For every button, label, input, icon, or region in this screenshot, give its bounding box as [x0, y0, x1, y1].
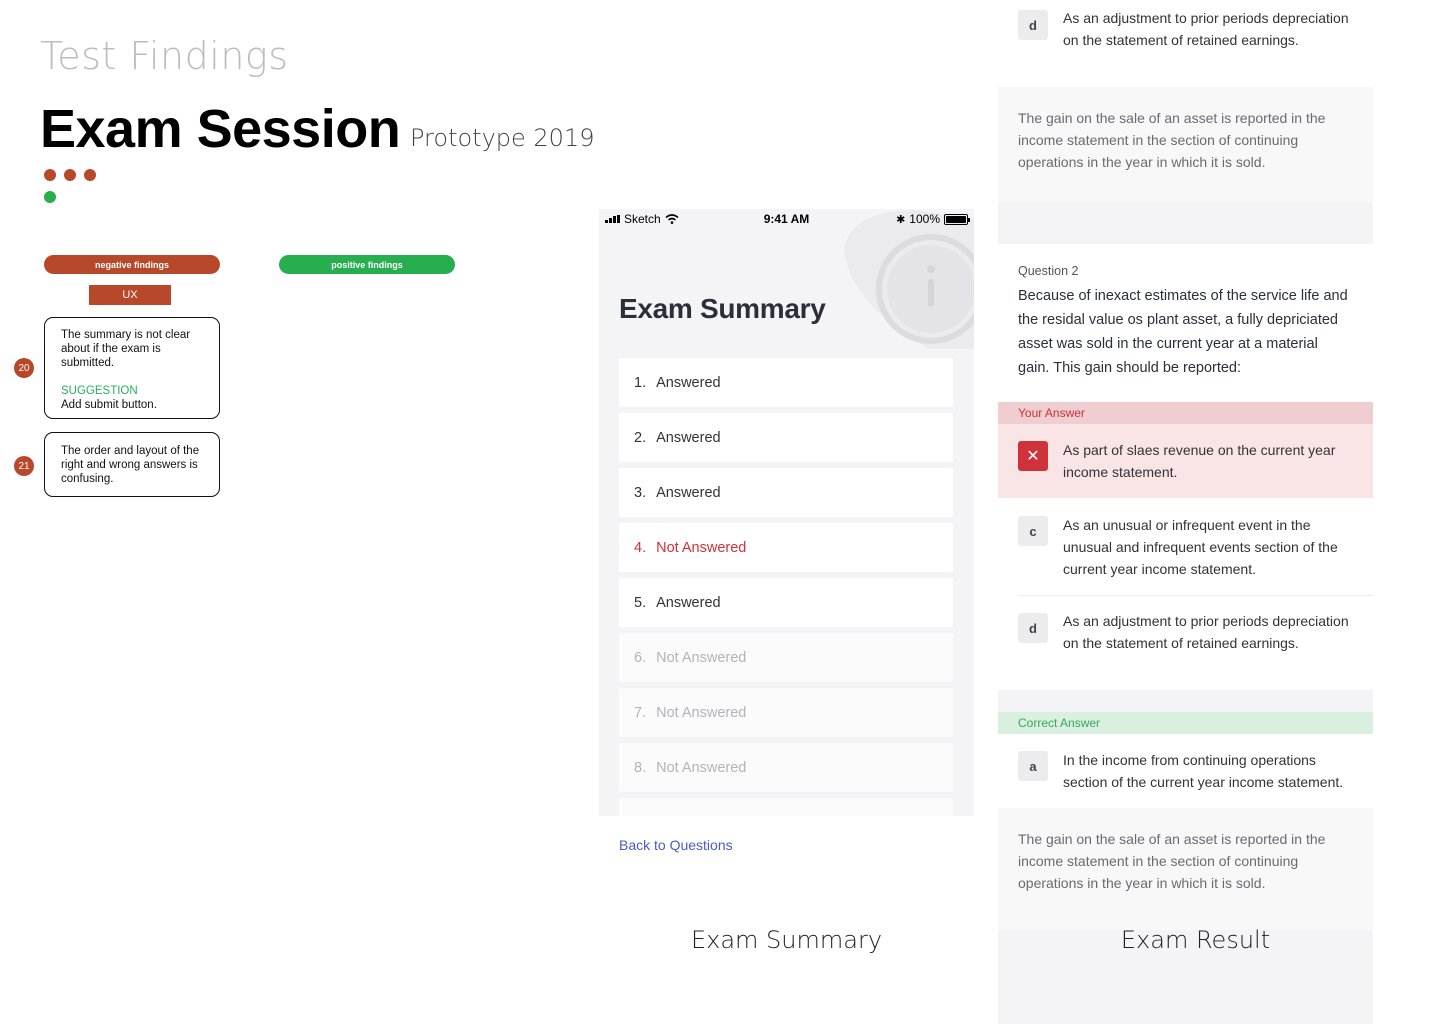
exam-result-screen: d As an adjustment to prior periods depr…	[998, 0, 1373, 1024]
option-divider	[1018, 595, 1373, 596]
section-divider	[998, 690, 1373, 712]
wrong-answer-icon: ✕	[1018, 441, 1048, 471]
question-number: 5.	[634, 594, 647, 611]
question-status: Answered	[656, 429, 721, 446]
correct-answer-label: Correct Answer	[998, 712, 1373, 734]
negative-dot-icon	[44, 169, 56, 181]
suggestion-label: SUGGESTION	[61, 385, 138, 397]
battery-percent: 100%	[909, 212, 940, 226]
option-text: As an adjustment to prior periods deprec…	[1063, 613, 1349, 651]
finding-number-badge: 21	[14, 456, 34, 476]
answer-explanation: The gain on the sale of an asset is repo…	[998, 808, 1373, 930]
question-row[interactable]: 8. Not Answered	[619, 743, 953, 792]
question-status: Answered	[656, 484, 721, 501]
question-number: 8.	[634, 759, 647, 776]
suggestion-text: Add submit button.	[61, 399, 157, 411]
question-status: Answered	[656, 594, 721, 611]
question-status: Not Answered	[656, 704, 747, 721]
correct-answer-text: In the income from continuing operations…	[1063, 752, 1344, 790]
back-to-questions-link[interactable]: Back to Questions	[619, 837, 733, 853]
answer-explanation: The gain on the sale of an asset is repo…	[998, 87, 1373, 202]
screen-title: Exam Summary	[619, 293, 826, 324]
question-row[interactable]: 7. Not Answered	[619, 688, 953, 737]
info-illustration-icon	[844, 210, 974, 349]
question-status: Not Answered	[656, 759, 747, 776]
question-number: 1.	[634, 374, 647, 391]
option-text: As an adjustment to prior periods deprec…	[1063, 10, 1349, 48]
question-number: 4.	[634, 539, 647, 556]
finding-number-badge: 20	[14, 358, 34, 378]
question-row[interactable]: 3. Answered	[619, 468, 953, 517]
question-row[interactable]: 4. Not Answered	[619, 523, 953, 572]
category-tag: UX	[89, 285, 171, 305]
positive-findings-pill: positive findings	[279, 255, 455, 274]
page-title: Exam Session	[40, 99, 401, 159]
question-row[interactable]: 5. Answered	[619, 578, 953, 627]
question-row[interactable]: 1. Answered	[619, 358, 953, 407]
question-status-list: 1. Answered 2. Answered 3. Answered 4. Not A…	[619, 358, 953, 816]
finding-note: The order and layout of the right and wr…	[44, 432, 220, 497]
positive-dot-icon	[44, 191, 56, 203]
section-divider	[998, 202, 1373, 244]
your-answer-text: As part of slaes revenue on the current …	[1063, 442, 1336, 480]
finding-text: The order and layout of the right and wr…	[61, 445, 200, 485]
negative-dot-icon	[64, 169, 76, 181]
option-letter: d	[1018, 613, 1048, 643]
kicker-title: Test Findings	[40, 34, 289, 78]
screen-caption: Exam Result	[1120, 926, 1271, 954]
question-text: Because of inexact estimates of the serv…	[1018, 288, 1348, 376]
question-number: 2.	[634, 429, 647, 446]
question-row[interactable]	[619, 798, 953, 816]
question-number: 3.	[634, 484, 647, 501]
question-row[interactable]: 2. Answered	[619, 413, 953, 462]
negative-findings-pill: negative findings	[44, 255, 220, 274]
option-letter: a	[1018, 751, 1048, 781]
option-letter: c	[1018, 516, 1048, 546]
status-bar: Sketch 9:41 AM ✱ 100%	[599, 209, 974, 229]
question-row[interactable]: 6. Not Answered	[619, 633, 953, 682]
option-letter: d	[1018, 10, 1048, 40]
question-status: Answered	[656, 374, 721, 391]
exam-summary-screen: Sketch 9:41 AM ✱ 100% Exam Summary 1. Ans…	[599, 209, 974, 816]
option-text: As an unusual or infrequent event in the…	[1063, 517, 1338, 577]
question-number: 7.	[634, 704, 647, 721]
page-subtitle: Prototype 2019	[410, 124, 595, 152]
bluetooth-icon: ✱	[896, 213, 906, 226]
finding-note: The summary is not clear about if the ex…	[44, 317, 220, 419]
question-status: Not Answered	[656, 539, 747, 556]
negative-dot-icon	[84, 169, 96, 181]
your-answer-label: Your Answer	[998, 402, 1373, 424]
question-number: 6.	[634, 649, 647, 666]
finding-text: The summary is not clear about if the ex…	[61, 329, 191, 369]
question-status: Not Answered	[656, 649, 747, 666]
question-label: Question 2	[1018, 264, 1079, 278]
battery-icon	[944, 213, 970, 225]
screen-caption: Exam Summary	[690, 926, 883, 954]
